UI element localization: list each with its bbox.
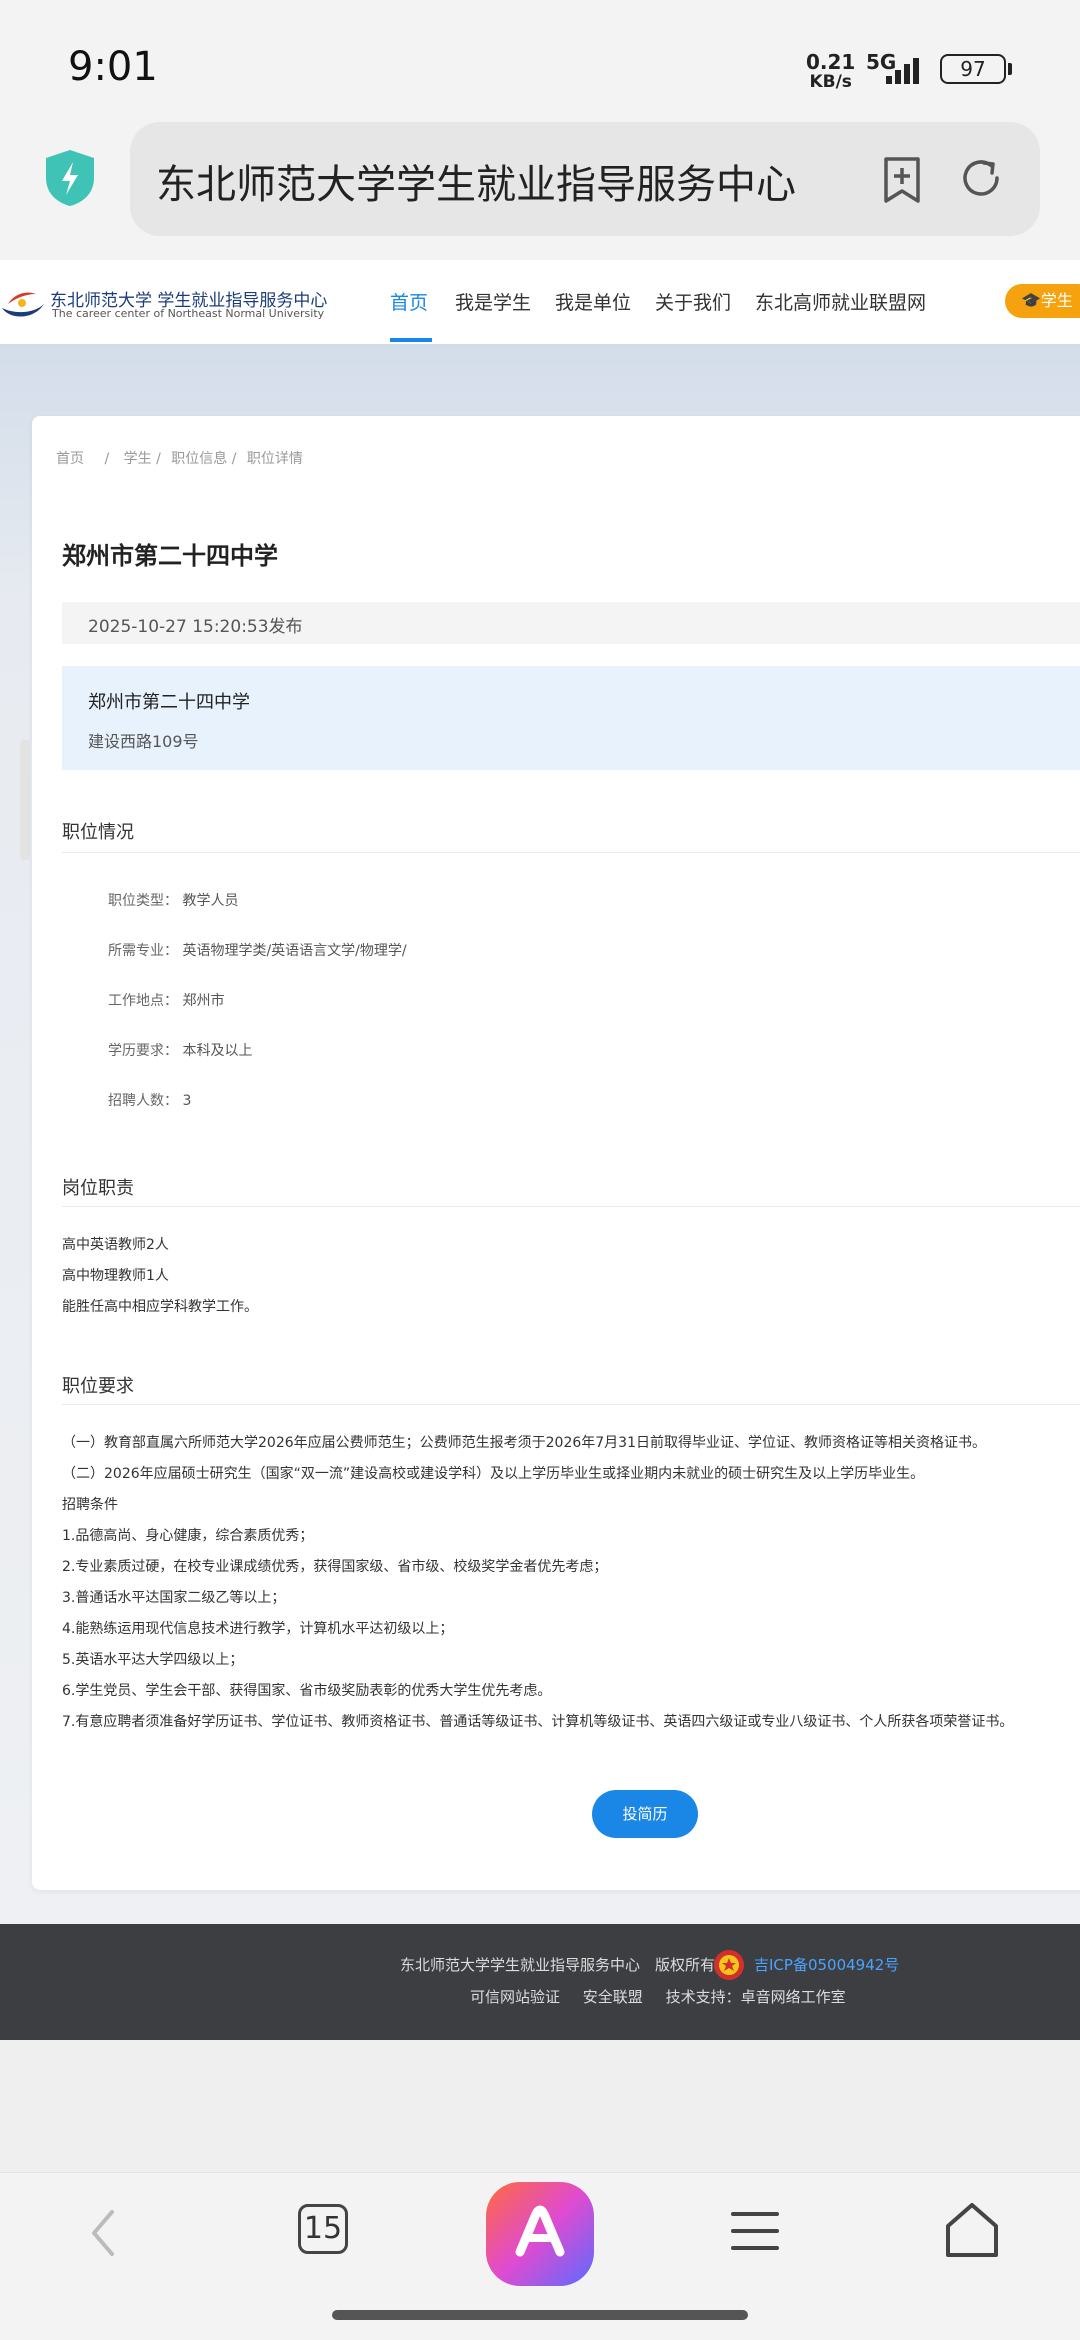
battery-tip: [1008, 63, 1012, 75]
nav-employer[interactable]: 我是单位: [555, 288, 631, 315]
network-speed-unit: KB/s: [809, 72, 852, 92]
menu-icon[interactable]: [730, 2208, 780, 2254]
info-value: 郑州市: [182, 993, 225, 1009]
info-row-major: 所需专业： 英语物理学类/英语语言文学/物理学/: [108, 940, 407, 960]
requirement-line: （二）2026年应届硕士研究生（国家“双一流”建设高校或建设学科）及以上学历毕业…: [62, 1466, 925, 1482]
tabs-button[interactable]: 15: [298, 2204, 348, 2254]
requirement-line: 7.有意应聘者须准备好学历证书、学位证书、教师资格证书、普通话等级证书、计算机等…: [62, 1714, 1014, 1730]
status-time: 9:01: [68, 44, 158, 90]
footer-links: 可信网站验证 安全联盟 技术支持：卓音网络工作室: [470, 1986, 864, 2007]
requirement-line: 5.英语水平达大学四级以上；: [62, 1652, 244, 1668]
section-title-position: 职位情况: [62, 822, 134, 843]
home-icon[interactable]: [942, 2200, 1002, 2260]
police-badge-icon: [714, 1950, 744, 1980]
back-icon[interactable]: [84, 2208, 124, 2258]
submit-resume-button[interactable]: 投简历: [592, 1790, 698, 1838]
section-divider: [62, 1404, 1080, 1405]
info-label: 学历要求：: [108, 1043, 178, 1059]
network-speed: 0.21 KB/s: [806, 52, 855, 92]
home-indicator[interactable]: [332, 2310, 748, 2320]
duty-line: 能胜任高中相应学科教学工作。: [62, 1299, 258, 1315]
page-bottom-gap: [0, 2040, 1080, 2172]
info-label: 职位类型：: [108, 893, 178, 909]
side-handle[interactable]: [20, 740, 30, 860]
breadcrumb-home[interactable]: 首页: [56, 451, 84, 467]
footer-link-support[interactable]: 技术支持：卓音网络工作室: [666, 1988, 846, 2006]
info-value: 教学人员: [182, 893, 239, 909]
footer-copyright: 东北师范大学学生就业指导服务中心 版权所有: [400, 1956, 716, 1974]
requirement-line: 4.能熟练运用现代信息技术进行教学，计算机水平达初级以上；: [62, 1621, 454, 1637]
company-box: [62, 666, 1080, 770]
info-label: 所需专业：: [108, 943, 178, 959]
student-login-button[interactable]: 🎓学生: [1005, 284, 1080, 318]
student-button-label: 学生: [1040, 291, 1073, 310]
battery-icon: 97: [940, 54, 1006, 84]
breadcrumb-separator: /: [104, 451, 110, 467]
section-divider: [62, 1206, 1080, 1207]
info-label: 工作地点：: [108, 993, 178, 1009]
footer-link-security[interactable]: 安全联盟: [583, 1988, 643, 2006]
add-bookmark-icon[interactable]: [880, 155, 924, 205]
company-address: 建设西路109号: [88, 732, 199, 751]
info-row-location: 工作地点： 郑州市: [108, 990, 224, 1010]
breadcrumb: 首页 / 学生 / 职位信息 / 职位详情: [56, 448, 309, 468]
publish-date: 2025-10-27 15:20:53发布: [88, 617, 303, 637]
breadcrumb-student[interactable]: 学生 /: [124, 451, 161, 467]
ai-logo-icon: [515, 2205, 565, 2257]
nav-active-indicator: [390, 338, 432, 342]
logo-text-en: The career center of Northeast Normal Un…: [52, 307, 325, 320]
page-title: 郑州市第二十四中学: [62, 542, 278, 570]
university-logo-icon[interactable]: [0, 286, 46, 322]
section-divider: [62, 852, 1080, 853]
nav-alliance[interactable]: 东北高师就业联盟网: [755, 288, 926, 315]
requirement-line: （一）教育部直属六所师范大学2026年应届公费师范生；公费师范生报考须于2026…: [62, 1435, 986, 1451]
requirement-line: 招聘条件: [62, 1497, 118, 1513]
info-value: 3: [182, 1093, 192, 1109]
icp-link[interactable]: 吉ICP备05004942号: [754, 1954, 899, 1975]
duty-line: 高中英语教师2人: [62, 1237, 169, 1253]
nav-about[interactable]: 关于我们: [655, 288, 731, 315]
info-row-type: 职位类型： 教学人员: [108, 890, 238, 910]
ai-assistant-button[interactable]: [486, 2182, 594, 2286]
info-row-headcount: 招聘人数： 3: [108, 1090, 191, 1110]
shield-icon[interactable]: [42, 148, 98, 208]
nav-home[interactable]: 首页: [390, 288, 428, 315]
footer-link-trusted[interactable]: 可信网站验证: [470, 1988, 560, 2006]
reload-icon[interactable]: [958, 155, 1004, 201]
section-title-requirements: 职位要求: [62, 1376, 134, 1397]
breadcrumb-current: 职位详情: [246, 451, 303, 467]
site-footer: [0, 1924, 1080, 2040]
nav-student[interactable]: 我是学生: [455, 288, 531, 315]
section-title-duties: 岗位职责: [62, 1178, 134, 1199]
info-row-education: 学历要求： 本科及以上: [108, 1040, 252, 1060]
graduation-cap-icon: 🎓: [1021, 291, 1041, 310]
breadcrumb-jobs[interactable]: 职位信息 /: [171, 451, 236, 467]
requirement-line: 3.普通话水平达国家二级乙等以上；: [62, 1590, 286, 1606]
company-name[interactable]: 郑州市第二十四中学: [88, 688, 250, 714]
signal-icon: [886, 58, 919, 84]
info-value: 英语物理学类/英语语言文学/物理学/: [182, 943, 407, 959]
duty-line: 高中物理教师1人: [62, 1268, 169, 1284]
address-bar-text[interactable]: 东北师范大学学生就业指导服务中心: [156, 152, 796, 210]
info-label: 招聘人数：: [108, 1093, 178, 1109]
requirement-line: 6.学生党员、学生会干部、获得国家、省市级奖励表彰的优秀大学生优先考虑。: [62, 1683, 552, 1699]
network-speed-value: 0.21: [806, 50, 856, 74]
info-value: 本科及以上: [182, 1043, 253, 1059]
requirement-line: 1.品德高尚、身心健康，综合素质优秀；: [62, 1528, 314, 1544]
requirement-line: 2.专业素质过硬，在校专业课成绩优秀，获得国家级、省市级、校级奖学金者优先考虑；: [62, 1559, 608, 1575]
